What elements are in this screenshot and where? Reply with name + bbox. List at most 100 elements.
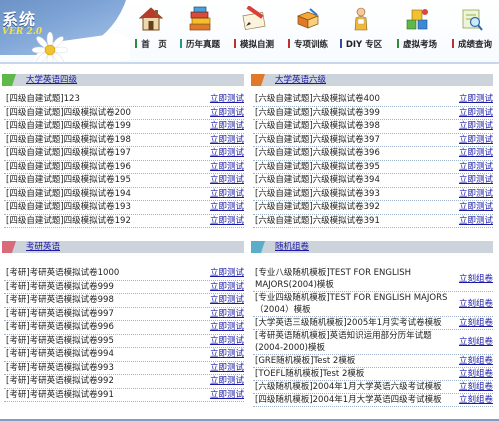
generate-paper-link[interactable]: 立刻组卷 xyxy=(459,317,493,329)
test-now-link[interactable]: 立即测试 xyxy=(210,335,244,348)
books-icon xyxy=(189,6,211,31)
panel-title[interactable]: 考研英语 xyxy=(26,241,60,253)
item-title: [六级自建试题]六级模拟试卷399 xyxy=(255,107,380,118)
test-now-link[interactable]: 立即测试 xyxy=(459,215,493,228)
test-now-link[interactable]: 立即测试 xyxy=(210,215,244,228)
item-title: [四级自建试题]四级模拟试卷199 xyxy=(6,121,131,131)
item-title: [四级自建试题]四级模拟试卷197 xyxy=(6,148,131,158)
test-now-link[interactable]: 立即测试 xyxy=(459,201,493,214)
test-now-link[interactable]: 立即测试 xyxy=(210,134,244,147)
panel-title[interactable]: 随机组卷 xyxy=(275,241,309,253)
panel-title-gap xyxy=(5,253,244,258)
test-now-link[interactable]: 立即测试 xyxy=(459,93,493,106)
nav-label: 成绩查询 xyxy=(457,40,492,50)
test-now-link[interactable]: 立即测试 xyxy=(459,120,493,133)
nav-item-diy[interactable]: DIY 专区 xyxy=(336,0,386,62)
nav-label: 模拟自测 xyxy=(239,40,274,50)
item-title: [六级自建试题]六级模拟试卷400 xyxy=(255,94,380,104)
test-now-link[interactable]: 立即测试 xyxy=(210,161,244,174)
test-now-link[interactable]: 立即测试 xyxy=(459,161,493,174)
list-item: [四级自建试题]四级模拟试卷199 立即测试 xyxy=(4,120,244,134)
test-now-link[interactable]: 立即测试 xyxy=(210,294,244,307)
item-title: [六级随机模板]2004年1月大学英语六级考试模板 xyxy=(255,382,442,392)
panel-title[interactable]: 大学英语六级 xyxy=(275,74,326,86)
test-now-link[interactable]: 立即测试 xyxy=(210,281,244,294)
generate-paper-link[interactable]: 立刻组卷 xyxy=(459,336,493,348)
item-title: [专业四级随机模板]TEST FOR ENGLISH MAJORS（2004）模… xyxy=(255,293,448,315)
test-now-link[interactable]: 立即测试 xyxy=(210,188,244,201)
generate-paper-link[interactable]: 立刻组卷 xyxy=(459,273,493,285)
generate-paper-link[interactable]: 立刻组卷 xyxy=(459,394,493,406)
test-now-link[interactable]: 立即测试 xyxy=(210,267,244,280)
test-now-link[interactable]: 立即测试 xyxy=(210,308,244,321)
generate-paper-link[interactable]: 立刻组卷 xyxy=(459,381,493,393)
test-now-link[interactable]: 立即测试 xyxy=(459,147,493,160)
test-now-link[interactable]: 立即测试 xyxy=(210,362,244,375)
list-item: [专业四级随机模板]TEST FOR ENGLISH MAJORS（2004）模… xyxy=(253,292,493,317)
list-item: [六级自建试题]六级模拟试卷395 立即测试 xyxy=(253,161,493,174)
list-item: [四级自建试题]四级模拟试卷194 立即测试 xyxy=(4,188,244,201)
logo[interactable]: 系统 VER 2.0 xyxy=(0,0,130,64)
panel-tab-icon xyxy=(2,74,16,86)
panel-title-bar: 随机组卷 xyxy=(251,241,493,258)
test-now-link[interactable]: 立即测试 xyxy=(210,174,244,187)
list-item: [六级自建试题]六级模拟试卷399 立即测试 xyxy=(253,107,493,120)
test-now-link[interactable]: 立即测试 xyxy=(210,201,244,214)
test-now-link[interactable]: 立即测试 xyxy=(210,93,244,106)
panel-title-bar: 考研英语 xyxy=(2,241,244,258)
list-item: [四级自建试题]四级模拟试卷196 立即测试 xyxy=(4,161,244,174)
test-now-link[interactable]: 立即测试 xyxy=(459,188,493,201)
test-now-link[interactable]: 立即测试 xyxy=(210,348,244,361)
item-title: [考研]考研英语模拟试卷994 xyxy=(6,349,114,359)
test-now-link[interactable]: 立即测试 xyxy=(459,107,493,120)
generate-paper-link[interactable]: 立刻组卷 xyxy=(459,298,493,310)
test-now-link[interactable]: 立即测试 xyxy=(210,107,244,120)
panel-tab-icon xyxy=(251,241,265,253)
list-item: [考研]考研英语模拟试卷998 立即测试 xyxy=(4,294,244,308)
item-title: [六级自建试题]六级模拟试卷395 xyxy=(255,161,380,172)
nav-item-score-query[interactable]: 成绩查询 xyxy=(446,0,498,62)
nav-item-mock-test[interactable]: 模拟自测 xyxy=(228,0,280,62)
header-divider xyxy=(0,62,499,64)
test-now-link[interactable]: 立即测试 xyxy=(210,375,244,388)
test-now-link[interactable]: 立即测试 xyxy=(459,134,493,147)
panel-title[interactable]: 大学英语四级 xyxy=(26,74,77,86)
nav-bullet xyxy=(339,39,342,48)
nav-label: 专项训练 xyxy=(293,40,328,50)
list-item: [四级自建试题]四级模拟试卷197 立即测试 xyxy=(4,147,244,161)
nav-item-special-training[interactable]: 专项训练 xyxy=(282,0,334,62)
blocks-icon xyxy=(406,9,428,30)
nav-bullet xyxy=(135,39,138,48)
test-now-link[interactable]: 立即测试 xyxy=(210,321,244,334)
list-item: [考研]考研英语模拟试卷992 立即测试 xyxy=(4,375,244,389)
item-title: [四级自建试题]四级模拟试卷193 xyxy=(6,202,131,212)
item-title: [四级自建试题]四级模拟试卷194 xyxy=(6,188,131,199)
list-item: [GRE随机模板]Test 2模板 立刻组卷 xyxy=(253,355,493,368)
nav-bullet xyxy=(287,39,290,48)
nav-item-virtual-exam[interactable]: 虚拟考场 xyxy=(390,0,444,62)
list-item: [六级自建试题]六级模拟试卷392 立即测试 xyxy=(253,201,493,215)
exam-list: [六级自建试题]六级模拟试卷400 立即测试 [六级自建试题]六级模拟试卷399 立… xyxy=(253,93,493,228)
list-item: [大学英语三级随机模板]2005年1月实考试卷模板 立刻组卷 xyxy=(253,317,493,330)
nav-label: DIY 专区 xyxy=(345,40,383,50)
item-title: [考研英语随机模板]英语知识运用部分历年试题(2004-2000)模板 xyxy=(255,331,432,353)
list-item: [六级自建试题]六级模拟试卷398 立即测试 xyxy=(253,120,493,134)
list-item: [四级自建试题]四级模拟试卷192 立即测试 xyxy=(4,215,244,228)
nav-item-home[interactable]: 首 页 xyxy=(130,0,172,62)
item-title: [考研]考研英语模拟试卷993 xyxy=(6,362,114,373)
item-title: [考研]考研英语模拟试卷998 xyxy=(6,295,114,305)
test-now-link[interactable]: 立即测试 xyxy=(459,174,493,187)
item-title: [四级自建试题]四级模拟试卷195 xyxy=(6,175,131,185)
test-now-link[interactable]: 立即测试 xyxy=(210,147,244,160)
test-now-link[interactable]: 立即测试 xyxy=(210,389,244,402)
template-list: [专业八级随机模板]TEST FOR ENGLISH MAJORS(2004)模… xyxy=(253,267,493,407)
generate-paper-link[interactable]: 立刻组卷 xyxy=(459,355,493,367)
nav-item-past-papers[interactable]: 历年真题 xyxy=(174,0,226,62)
test-now-link[interactable]: 立即测试 xyxy=(210,120,244,133)
nav-label: 首 页 xyxy=(141,40,167,50)
item-title: [四级自建试题]四级模拟试卷192 xyxy=(6,215,131,226)
list-item: [考研]考研英语模拟试卷995 立即测试 xyxy=(4,335,244,348)
panel-title-gap xyxy=(254,86,493,91)
nav-bullet xyxy=(451,39,454,48)
generate-paper-link[interactable]: 立刻组卷 xyxy=(459,368,493,380)
